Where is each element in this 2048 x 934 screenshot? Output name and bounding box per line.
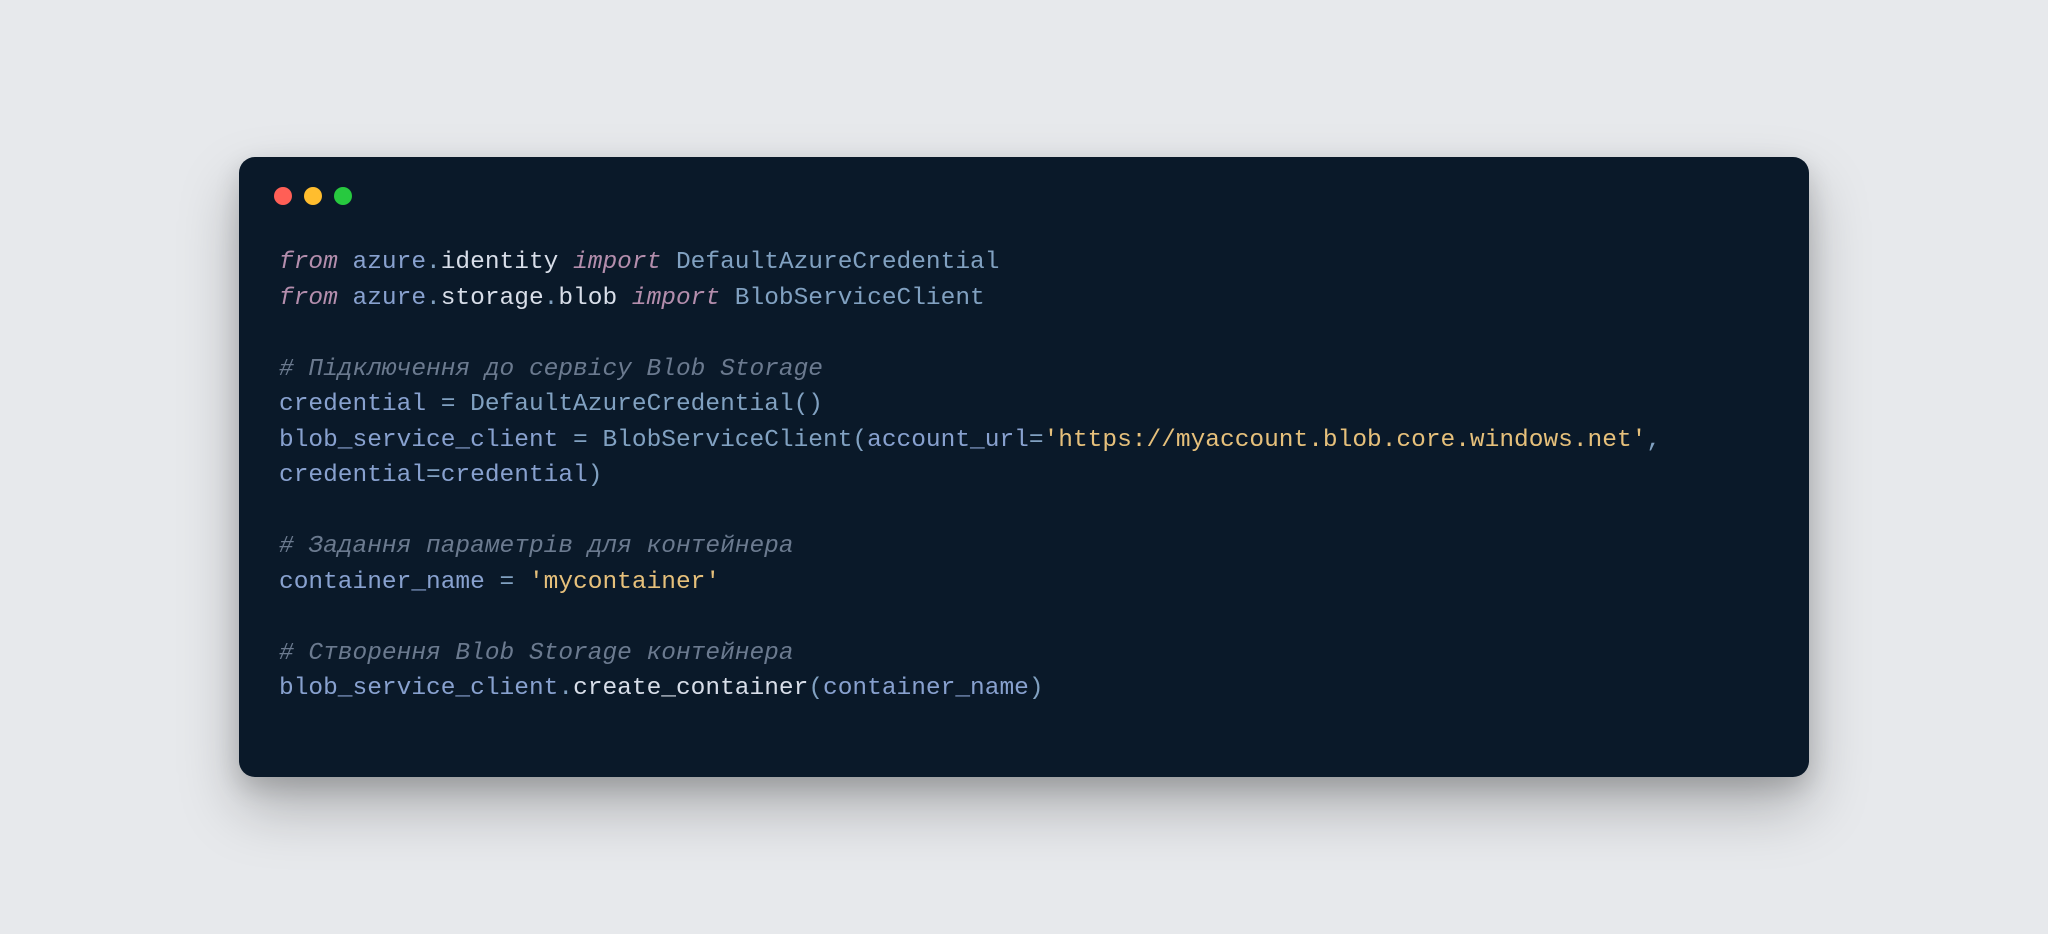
keyword-from: from: [279, 249, 338, 276]
operator: =: [426, 391, 470, 418]
module: azure: [353, 249, 427, 276]
call: DefaultAzureCredential: [470, 391, 793, 418]
operator: =: [1029, 427, 1044, 454]
method: create_container: [573, 675, 808, 702]
module: azure: [353, 285, 427, 312]
variable: credential: [441, 462, 588, 489]
lparen: (: [852, 427, 867, 454]
rparen: ): [1029, 675, 1044, 702]
keyword-from: from: [279, 285, 338, 312]
operator: =: [558, 427, 602, 454]
argument: container_name: [823, 675, 1029, 702]
dot: .: [544, 285, 559, 312]
module: storage: [441, 285, 544, 312]
variable: credential: [279, 391, 426, 418]
minimize-icon[interactable]: [304, 187, 322, 205]
comment: # Створення Blob Storage контейнера: [279, 640, 794, 667]
maximize-icon[interactable]: [334, 187, 352, 205]
module: identity: [441, 249, 559, 276]
module: blob: [558, 285, 617, 312]
code-window: from azure.identity import DefaultAzureC…: [239, 157, 1809, 777]
dot: .: [426, 285, 441, 312]
operator: =: [426, 462, 441, 489]
comma: ,: [1646, 427, 1675, 454]
comment: # Підключення до сервісу Blob Storage: [279, 356, 823, 383]
call: BlobServiceClient: [602, 427, 852, 454]
close-icon[interactable]: [274, 187, 292, 205]
window-controls: [274, 187, 1769, 205]
string: 'https://myaccount.blob.core.windows.net…: [1044, 427, 1647, 454]
keyword-import: import: [632, 285, 720, 312]
variable: blob_service_client: [279, 427, 558, 454]
variable: container_name: [279, 569, 485, 596]
dot: .: [426, 249, 441, 276]
variable: blob_service_client: [279, 675, 558, 702]
kwarg: credential: [279, 462, 426, 489]
parens: (): [794, 391, 823, 418]
rparen: ): [588, 462, 603, 489]
identifier: DefaultAzureCredential: [676, 249, 999, 276]
keyword-import: import: [573, 249, 661, 276]
comment: # Задання параметрів для контейнера: [279, 533, 794, 560]
dot: .: [558, 675, 573, 702]
string: 'mycontainer': [529, 569, 720, 596]
lparen: (: [808, 675, 823, 702]
kwarg: account_url: [867, 427, 1029, 454]
operator: =: [485, 569, 529, 596]
identifier: BlobServiceClient: [735, 285, 985, 312]
code-block: from azure.identity import DefaultAzureC…: [279, 245, 1769, 707]
